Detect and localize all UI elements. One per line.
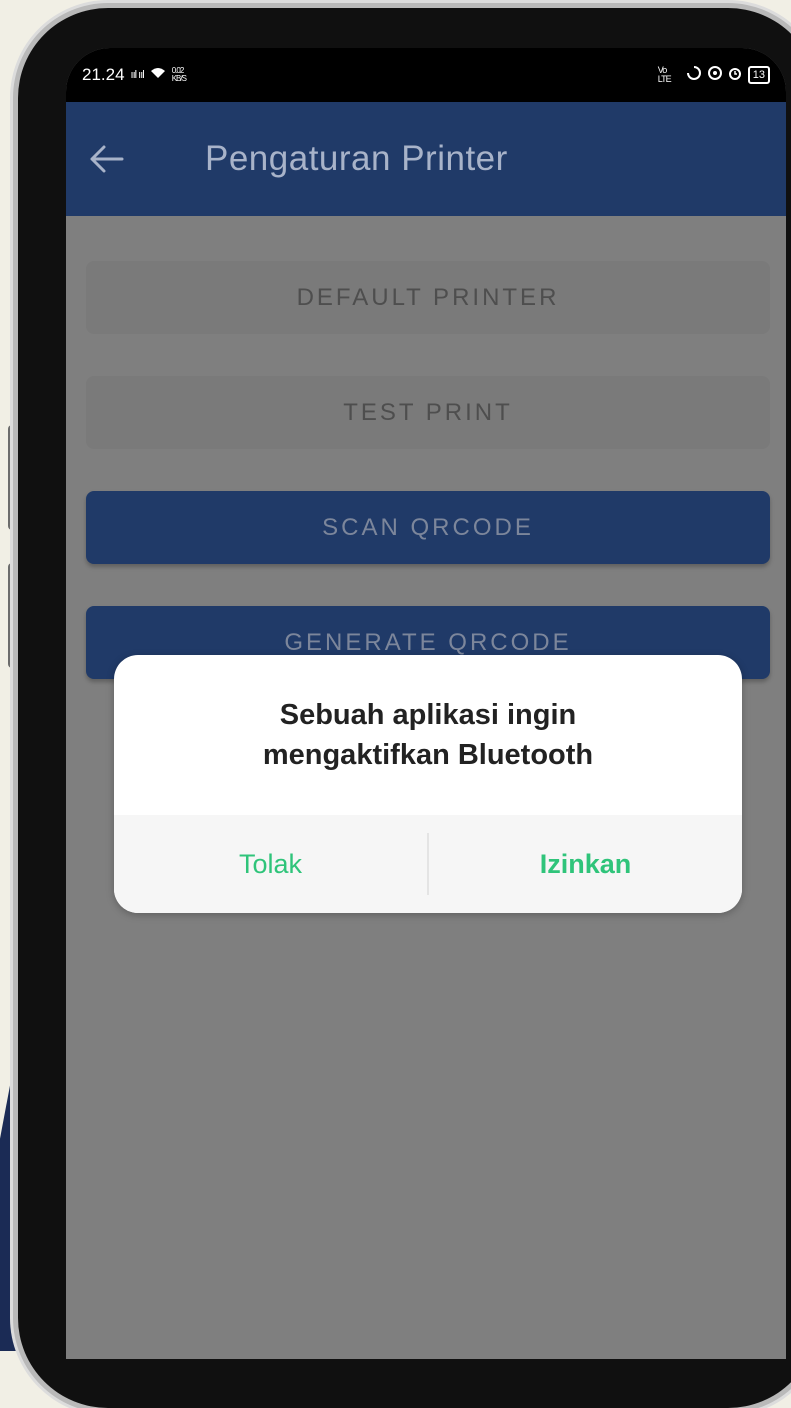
default-printer-button[interactable]: DEFAULT PRINTER — [86, 261, 770, 334]
network-speed: 0.02 KB/S — [171, 66, 187, 83]
page-title: Pengaturan Printer — [205, 139, 508, 178]
alarm-icon — [728, 66, 742, 85]
dialog-message-line2: mengaktifkan Bluetooth — [262, 739, 594, 771]
allow-button[interactable]: Izinkan — [429, 815, 742, 913]
dialog-message-line1: Sebuah aplikasi ingin — [279, 699, 577, 731]
dialog-message: Sebuah aplikasi ingin mengaktifkan Bluet… — [114, 695, 742, 775]
phone-screen: 21.24 ııl ııl 0.02 KB/S Vo LTE 13 Pengat… — [66, 48, 786, 1359]
deny-button[interactable]: Tolak — [114, 815, 427, 913]
volte-icon: Vo LTE — [657, 65, 672, 84]
arrow-left-icon[interactable] — [88, 139, 148, 179]
location-icon — [707, 65, 722, 85]
app-bar: Pengaturan Printer — [66, 102, 786, 216]
battery-icon: 13 — [747, 66, 770, 84]
bluetooth-permission-dialog: Sebuah aplikasi ingin mengaktifkan Bluet… — [114, 655, 742, 913]
status-bar: 21.24 ııl ııl 0.02 KB/S Vo LTE 13 — [66, 48, 786, 102]
data-sync-icon — [686, 65, 702, 85]
phone-frame: 21.24 ııl ııl 0.02 KB/S Vo LTE 13 Pengat… — [18, 8, 791, 1408]
signal-icon: ııl ııl — [130, 69, 145, 81]
wifi-icon — [150, 66, 166, 84]
dialog-actions: Tolak Izinkan — [114, 815, 742, 913]
status-time: 21.24 — [82, 65, 125, 84]
test-print-button[interactable]: TEST PRINT — [86, 376, 770, 449]
scan-qrcode-button[interactable]: SCAN QRCODE — [86, 491, 770, 564]
